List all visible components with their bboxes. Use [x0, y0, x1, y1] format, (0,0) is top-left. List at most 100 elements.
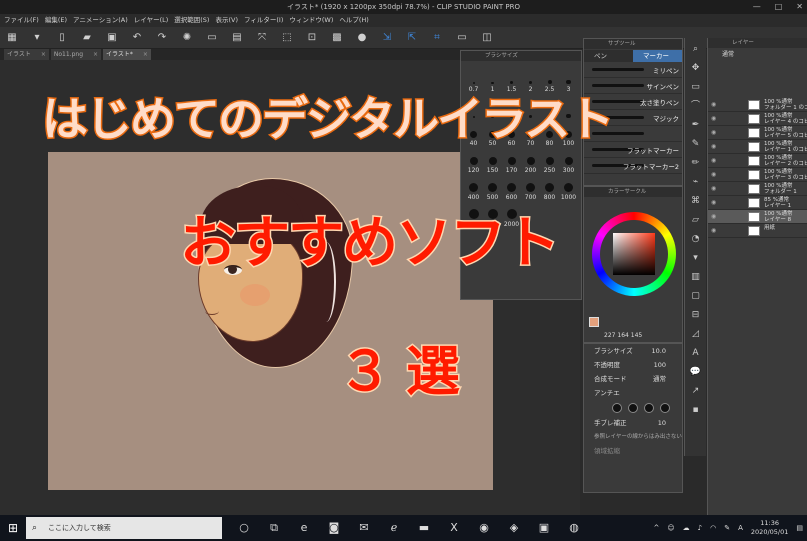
menu-grid-icon[interactable]: ▦ [6, 32, 18, 44]
visibility-eye-icon[interactable]: ◉ [711, 115, 716, 122]
aa-medium[interactable] [644, 403, 654, 413]
visibility-eye-icon[interactable]: ◉ [711, 129, 716, 136]
brush-size-cell[interactable]: 120 [464, 152, 483, 174]
layer-row[interactable]: ◉ 100 %通常 レイヤー 8 [708, 210, 807, 224]
text-tool-icon[interactable]: A [692, 348, 698, 359]
close-icon[interactable]: × [41, 49, 46, 60]
deselect-icon[interactable]: ⬚ [281, 32, 293, 44]
eraser-icon[interactable]: ▱ [692, 215, 699, 226]
crop-icon[interactable]: ⊡ [306, 32, 318, 44]
snap-special-icon[interactable]: ⇱ [406, 32, 418, 44]
doc-tab[interactable]: No11.png × [50, 49, 102, 60]
frame-icon[interactable]: ⊟ [692, 310, 700, 321]
close-button[interactable]: ✕ [796, 0, 803, 14]
layer-blend-row[interactable]: 通常 [708, 48, 807, 62]
pencil-tool-icon[interactable]: ✏ [692, 158, 700, 169]
notification-icon[interactable]: ▤ [796, 524, 803, 532]
open-folder-icon[interactable]: ▰ [81, 32, 93, 44]
menu-file[interactable]: ファイル(F) [4, 14, 39, 27]
brush-size-value[interactable]: 10.0 [652, 344, 666, 358]
mail-icon[interactable]: ✉ [356, 521, 372, 535]
cortana-icon[interactable]: ○ [236, 521, 252, 535]
color-swatch-icon[interactable]: ▪ [692, 405, 698, 416]
photos-icon[interactable]: ▣ [536, 521, 552, 535]
dropdown-icon[interactable]: ▾ [31, 32, 43, 44]
clip-studio-icon[interactable]: ◉ [476, 521, 492, 535]
menu-animation[interactable]: アニメーション(A) [73, 14, 128, 27]
blend-row[interactable]: 合成モード 通常 [584, 372, 682, 386]
transform-icon[interactable]: ⤧ [256, 32, 268, 44]
task-view-icon[interactable]: ⧉ [266, 521, 282, 535]
aa-none[interactable] [612, 403, 622, 413]
snap-grid-icon[interactable]: ⌗ [431, 32, 443, 44]
pen-tool-icon[interactable]: ✎ [692, 139, 700, 150]
fill-tool-icon[interactable]: ▾ [693, 253, 698, 264]
visibility-eye-icon[interactable]: ◉ [711, 143, 716, 150]
pen-workspace-icon[interactable]: ✎ [724, 524, 730, 532]
app-icon[interactable]: ◈ [506, 521, 522, 535]
clear-icon[interactable]: ▭ [206, 32, 218, 44]
excel-icon[interactable]: X [446, 521, 462, 535]
layer-row[interactable]: ◉ 100 %通常レイヤー 4 のコピー [708, 112, 807, 126]
layer-row[interactable]: ◉ 100 %通常レイヤー 3 のコピー [708, 168, 807, 182]
explorer-icon[interactable]: ▬ [416, 521, 432, 535]
visibility-eye-icon[interactable]: ◉ [711, 171, 716, 178]
visibility-eye-icon[interactable]: ◉ [711, 213, 716, 220]
ime-icon[interactable]: A [738, 524, 743, 532]
opacity-value[interactable]: 100 [654, 358, 666, 372]
brush-size-cell[interactable]: 200 [521, 152, 540, 174]
airbrush-icon[interactable]: ⌘ [691, 196, 700, 207]
brush-tool-icon[interactable]: ⌁ [693, 177, 698, 188]
menu-view[interactable]: 表示(V) [215, 14, 238, 27]
undo-icon[interactable]: ↶ [131, 32, 143, 44]
tab-marker[interactable]: マーカー [633, 50, 682, 62]
layer-row[interactable]: ◉ 85 %通常 レイヤー 1 [708, 196, 807, 210]
taskbar-search[interactable]: ⌕ ここに入力して検索 [26, 517, 222, 539]
fill-icon[interactable]: ▤ [231, 32, 243, 44]
visibility-eye-icon[interactable]: ◉ [711, 157, 716, 164]
layer-row[interactable]: ◉ 100 %通常レイヤー 2 のコピー [708, 154, 807, 168]
area-row[interactable]: 領域拡縮 [584, 444, 682, 458]
menu-help[interactable]: ヘルプ(H) [339, 14, 368, 27]
menu-window[interactable]: ウィンドウ(W) [289, 14, 333, 27]
menu-layer[interactable]: レイヤー(L) [134, 14, 169, 27]
chevron-up-icon[interactable]: ^ [653, 524, 659, 532]
redo-icon[interactable]: ↷ [156, 32, 168, 44]
balloon-icon[interactable]: 💬 [690, 367, 701, 378]
hue-ring[interactable] [592, 212, 676, 296]
doc-tab[interactable]: イラスト × [4, 49, 49, 60]
loading-icon[interactable]: ✺ [181, 32, 193, 44]
new-file-icon[interactable]: ▯ [56, 32, 68, 44]
brush-size-row[interactable]: ブラシサイズ 10.0 [584, 344, 682, 358]
aa-weak[interactable] [628, 403, 638, 413]
people-icon[interactable]: ☺ [667, 524, 674, 532]
windows-start-icon[interactable]: ⊞ [0, 515, 26, 541]
blend-tool-icon[interactable]: ◔ [692, 234, 700, 245]
opacity-row[interactable]: 不透明度 100 [584, 358, 682, 372]
maximize-button[interactable]: □ [775, 0, 783, 14]
layer-row[interactable]: ◉ 用紙 [708, 224, 807, 238]
save-icon[interactable]: ▣ [106, 32, 118, 44]
brush-size-cell[interactable]: 170 [502, 152, 521, 174]
invert-icon[interactable]: ▩ [331, 32, 343, 44]
select-tool-icon[interactable]: ▭ [691, 82, 700, 93]
ruler-icon[interactable]: ◿ [692, 329, 699, 340]
gradient-icon[interactable]: ▥ [691, 272, 700, 283]
brush-size-cell[interactable]: 1000 [559, 179, 578, 201]
aa-strong[interactable] [660, 403, 670, 413]
brush-size-cell[interactable]: 300 [559, 152, 578, 174]
chrome-icon[interactable]: ◍ [566, 521, 582, 535]
onedrive-icon[interactable]: ☁ [683, 524, 690, 532]
record-icon[interactable]: ● [356, 32, 368, 44]
close-icon[interactable]: × [93, 49, 98, 60]
sub-tool-item[interactable]: フラットマーカー2 [584, 158, 682, 174]
clock[interactable]: 11:36 2020/05/01 [751, 519, 788, 537]
volume-icon[interactable]: ♪ [698, 524, 702, 532]
blend-value[interactable]: 通常 [653, 372, 666, 386]
edge-icon[interactable]: e [296, 521, 312, 535]
layer-row[interactable]: ◉ 100 %通常レイヤー 1 のコピー [708, 140, 807, 154]
visibility-eye-icon[interactable]: ◉ [711, 199, 716, 206]
lasso-tool-icon[interactable]: ⌒ [691, 101, 700, 112]
layer-row[interactable]: ◉ 100 %通常レイヤー 5 のコピー [708, 126, 807, 140]
layer-row[interactable]: ◉ 100 %通常フォルダー 1 のコピー [708, 98, 807, 112]
